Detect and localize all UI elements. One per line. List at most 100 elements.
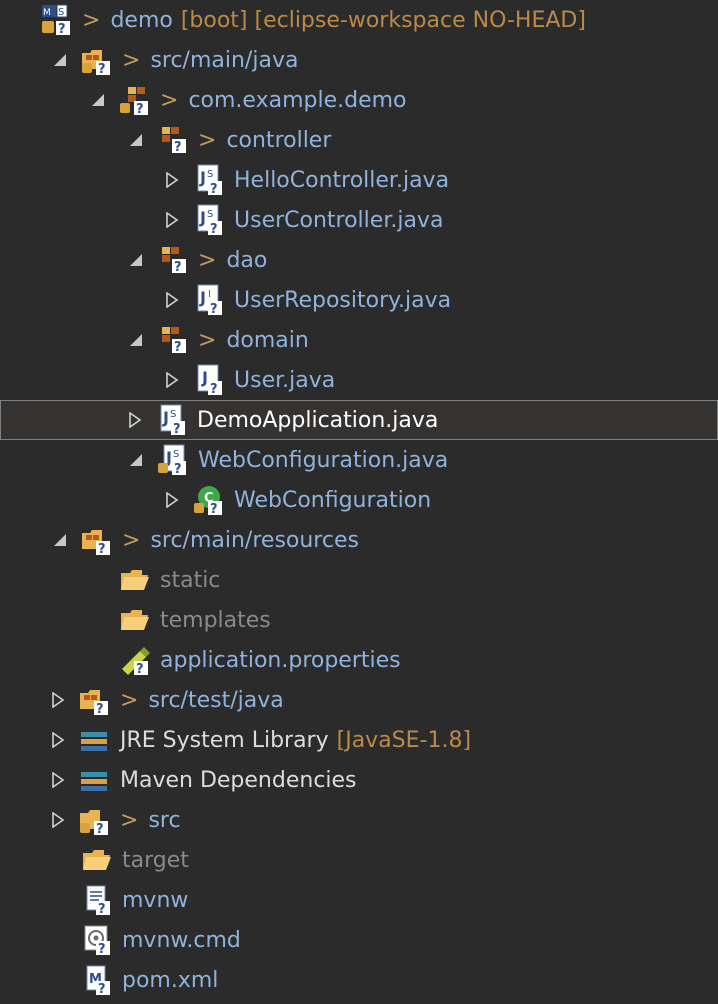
- svg-text:M: M: [43, 8, 51, 18]
- tree-row-application-properties[interactable]: ? application.properties: [0, 640, 718, 680]
- collapsed-arrow-icon[interactable]: [162, 170, 182, 190]
- project-decoration: [boot] [eclipse-workspace NO-HEAD]: [180, 7, 586, 33]
- java-file-icon: J S ?: [192, 163, 226, 197]
- svg-text:J: J: [199, 288, 206, 307]
- expanded-arrow-icon[interactable]: [126, 330, 146, 350]
- package-demo-prefix: >: [160, 87, 179, 113]
- jre-library-decoration: [JavaSE-1.8]: [336, 727, 472, 753]
- hello-controller-label: HelloController.java: [234, 167, 450, 193]
- tree-row-package-controller[interactable]: ? > controller: [0, 120, 718, 160]
- src-main-java-label: src/main/java: [150, 47, 299, 73]
- expanded-arrow-icon[interactable]: [50, 530, 70, 550]
- svg-text:?: ?: [210, 502, 218, 517]
- source-folder-icon: ?: [80, 43, 114, 77]
- source-folder-icon: ?: [78, 683, 112, 717]
- tree-row-user-controller[interactable]: J S ? UserController.java: [0, 200, 718, 240]
- src-main-java-prefix: >: [122, 47, 141, 73]
- tree-row-static[interactable]: static: [0, 560, 718, 600]
- collapsed-arrow-icon[interactable]: [48, 810, 68, 830]
- tree-row-src-main-resources[interactable]: ? > src/main/resources: [0, 520, 718, 560]
- mvnw-label: mvnw: [122, 887, 189, 913]
- java-file-icon: J S ?: [156, 443, 190, 477]
- svg-text:S: S: [58, 7, 64, 18]
- project-icon: M S ?: [40, 3, 74, 37]
- svg-text:S: S: [207, 169, 213, 180]
- expanded-arrow-icon[interactable]: [126, 450, 146, 470]
- tree-row-src[interactable]: ? > src: [0, 800, 718, 840]
- tree-row-package-domain[interactable]: ? > domain: [0, 320, 718, 360]
- svg-text:?: ?: [174, 260, 182, 275]
- tree-row-mvnw-cmd[interactable]: ? mvnw.cmd: [0, 920, 718, 960]
- tree-row-web-configuration-java[interactable]: J S ? WebConfiguration.java: [0, 440, 718, 480]
- expanded-arrow-icon[interactable]: [126, 250, 146, 270]
- folder-icon: [118, 563, 152, 597]
- java-file-icon: J ?: [192, 363, 226, 397]
- src-prefix: >: [120, 807, 139, 833]
- maven-dependencies-label: Maven Dependencies: [120, 767, 357, 793]
- svg-text:?: ?: [98, 902, 106, 917]
- web-configuration-class-label: WebConfiguration: [234, 487, 432, 513]
- target-label: target: [122, 847, 189, 873]
- tree-row-package-dao[interactable]: ? > dao: [0, 240, 718, 280]
- svg-text:I: I: [208, 289, 211, 300]
- project-label: demo: [110, 7, 173, 33]
- library-icon: [78, 723, 112, 757]
- collapsed-arrow-icon[interactable]: [48, 690, 68, 710]
- mvnw-cmd-label: mvnw.cmd: [122, 927, 241, 953]
- tree-row-pom-xml[interactable]: M ? pom.xml: [0, 960, 718, 1000]
- tree-row-target[interactable]: target: [0, 840, 718, 880]
- java-interface-file-icon: J I ?: [192, 283, 226, 317]
- collapsed-arrow-icon[interactable]: [48, 730, 68, 750]
- tree-row-templates[interactable]: templates: [0, 600, 718, 640]
- tree-row-src-main-java[interactable]: ? > src/main/java: [0, 40, 718, 80]
- package-icon: ?: [156, 323, 190, 357]
- tree-row-web-configuration-class[interactable]: C ? WebConfiguration: [0, 480, 718, 520]
- svg-text:?: ?: [136, 662, 144, 677]
- jre-library-label: JRE System Library: [120, 727, 329, 753]
- class-icon: C ?: [192, 483, 226, 517]
- svg-text:?: ?: [173, 422, 181, 437]
- svg-text:?: ?: [98, 942, 106, 957]
- package-icon: ?: [118, 83, 152, 117]
- svg-text:S: S: [207, 209, 213, 220]
- tree-row-jre-library[interactable]: JRE System Library [JavaSE-1.8]: [0, 720, 718, 760]
- svg-text:J: J: [199, 168, 206, 187]
- collapsed-arrow-icon[interactable]: [48, 770, 68, 790]
- src-main-resources-prefix: >: [122, 527, 141, 553]
- expanded-arrow-icon[interactable]: [50, 50, 70, 70]
- package-icon: ?: [156, 123, 190, 157]
- collapsed-arrow-icon[interactable]: [162, 370, 182, 390]
- collapsed-arrow-icon[interactable]: [162, 210, 182, 230]
- tree-row-user-repository[interactable]: J I ? UserRepository.java: [0, 280, 718, 320]
- collapsed-arrow-icon[interactable]: [125, 410, 145, 430]
- tree-row-user-java[interactable]: J ? User.java: [0, 360, 718, 400]
- svg-text:?: ?: [210, 382, 218, 397]
- expanded-arrow-icon[interactable]: [126, 130, 146, 150]
- tree-row-project[interactable]: M S ? > demo [boot] [eclipse-workspace N…: [0, 0, 718, 40]
- package-icon: ?: [156, 243, 190, 277]
- package-dao-label: dao: [226, 247, 268, 273]
- tree-row-demo-application[interactable]: J S ? DemoApplication.java: [0, 400, 718, 440]
- pom-xml-label: pom.xml: [122, 967, 219, 993]
- svg-text:?: ?: [96, 702, 104, 717]
- expanded-arrow-icon[interactable]: [88, 90, 108, 110]
- svg-text:J: J: [162, 408, 169, 427]
- tree-row-src-test-java[interactable]: ? > src/test/java: [0, 680, 718, 720]
- tree-row-hello-controller[interactable]: J S ? HelloController.java: [0, 160, 718, 200]
- tree-row-maven-dependencies[interactable]: Maven Dependencies: [0, 760, 718, 800]
- svg-text:J: J: [199, 208, 206, 227]
- tree-row-mvnw[interactable]: ? mvnw: [0, 880, 718, 920]
- folder-icon: [118, 603, 152, 637]
- source-folder-icon: ?: [80, 523, 114, 557]
- collapsed-arrow-icon[interactable]: [162, 490, 182, 510]
- user-repository-label: UserRepository.java: [234, 287, 452, 313]
- svg-text:?: ?: [98, 62, 106, 77]
- collapsed-arrow-icon[interactable]: [162, 290, 182, 310]
- svg-text:?: ?: [210, 182, 218, 197]
- svg-text:?: ?: [174, 462, 182, 477]
- tree-row-package-demo[interactable]: ? > com.example.demo: [0, 80, 718, 120]
- templates-label: templates: [160, 607, 271, 633]
- svg-text:?: ?: [98, 982, 106, 997]
- src-main-resources-label: src/main/resources: [150, 527, 359, 553]
- folder-icon: ?: [78, 803, 112, 837]
